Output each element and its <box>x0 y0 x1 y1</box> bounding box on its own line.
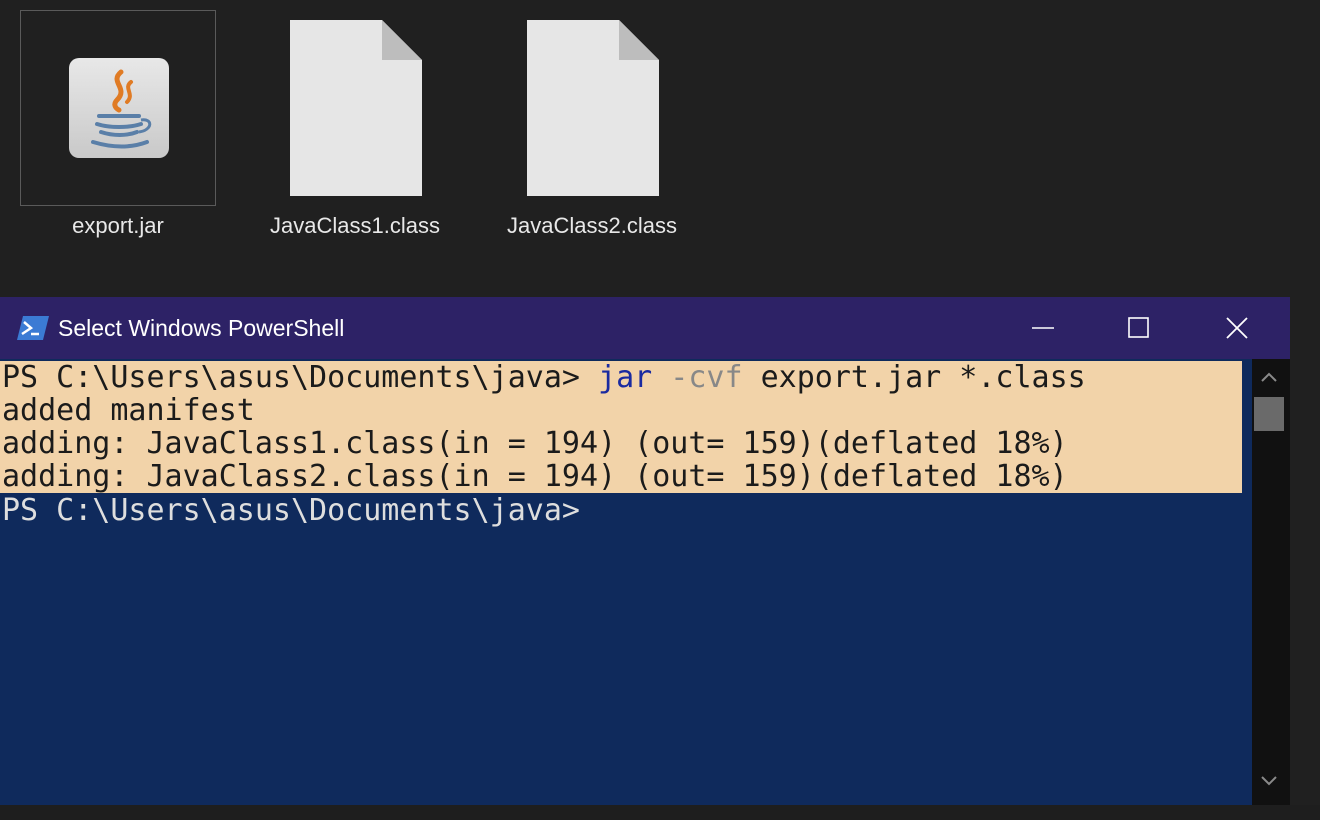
title-bar[interactable]: Select Windows PowerShell <box>0 297 1290 359</box>
minimize-icon <box>1032 327 1054 329</box>
file-name[interactable]: JavaClass1.class <box>237 213 473 239</box>
scroll-down-button[interactable] <box>1258 773 1280 789</box>
powershell-window[interactable]: Select Windows PowerShell PS C:\Users\as… <box>0 297 1290 805</box>
prompt-text: PS C:\Users\asus\Documents\java> <box>2 360 599 395</box>
command-parameter: -cvf <box>652 360 743 395</box>
class-file-icon <box>527 20 659 196</box>
file-name[interactable]: JavaClass2.class <box>474 213 710 239</box>
file-javaclass2[interactable]: JavaClass2.class <box>494 10 690 260</box>
minimize-button[interactable] <box>995 297 1091 359</box>
file-thumbnail[interactable] <box>494 10 690 206</box>
close-icon <box>1226 317 1248 339</box>
maximize-icon <box>1128 317 1149 338</box>
vertical-scrollbar[interactable] <box>1252 359 1290 805</box>
console-line: adding: JavaClass1.class(in = 194) (out=… <box>2 426 1068 461</box>
desktop: export.jar JavaClass1.class JavaClass2.c… <box>0 0 1320 820</box>
class-file-icon <box>290 20 422 196</box>
maximize-button[interactable] <box>1091 297 1187 359</box>
console-line: adding: JavaClass2.class(in = 194) (out=… <box>2 459 1068 494</box>
chevron-up-icon <box>1261 372 1277 382</box>
file-javaclass1[interactable]: JavaClass1.class <box>257 10 453 260</box>
window-title: Select Windows PowerShell <box>58 315 345 341</box>
file-thumbnail[interactable] <box>257 10 453 206</box>
bottom-edge <box>0 805 1320 820</box>
scroll-up-button[interactable] <box>1258 369 1280 385</box>
scrollbar-thumb[interactable] <box>1254 397 1284 431</box>
java-jar-icon <box>69 58 169 158</box>
console-output[interactable]: PS C:\Users\asus\Documents\java> jar -cv… <box>0 359 1252 805</box>
file-thumbnail[interactable] <box>20 10 216 206</box>
console-line: added manifest <box>2 393 255 428</box>
file-name[interactable]: export.jar <box>0 213 236 239</box>
close-button[interactable] <box>1189 297 1285 359</box>
console-line-command: PS C:\Users\asus\Documents\java> jar -cv… <box>2 361 1086 394</box>
console-prompt-line: PS C:\Users\asus\Documents\java> <box>2 493 580 528</box>
command-arguments: export.jar *.class <box>742 360 1086 395</box>
command-name: jar <box>598 360 653 395</box>
powershell-icon <box>17 316 49 340</box>
chevron-down-icon <box>1261 776 1277 786</box>
file-export-jar[interactable]: export.jar <box>20 10 216 260</box>
